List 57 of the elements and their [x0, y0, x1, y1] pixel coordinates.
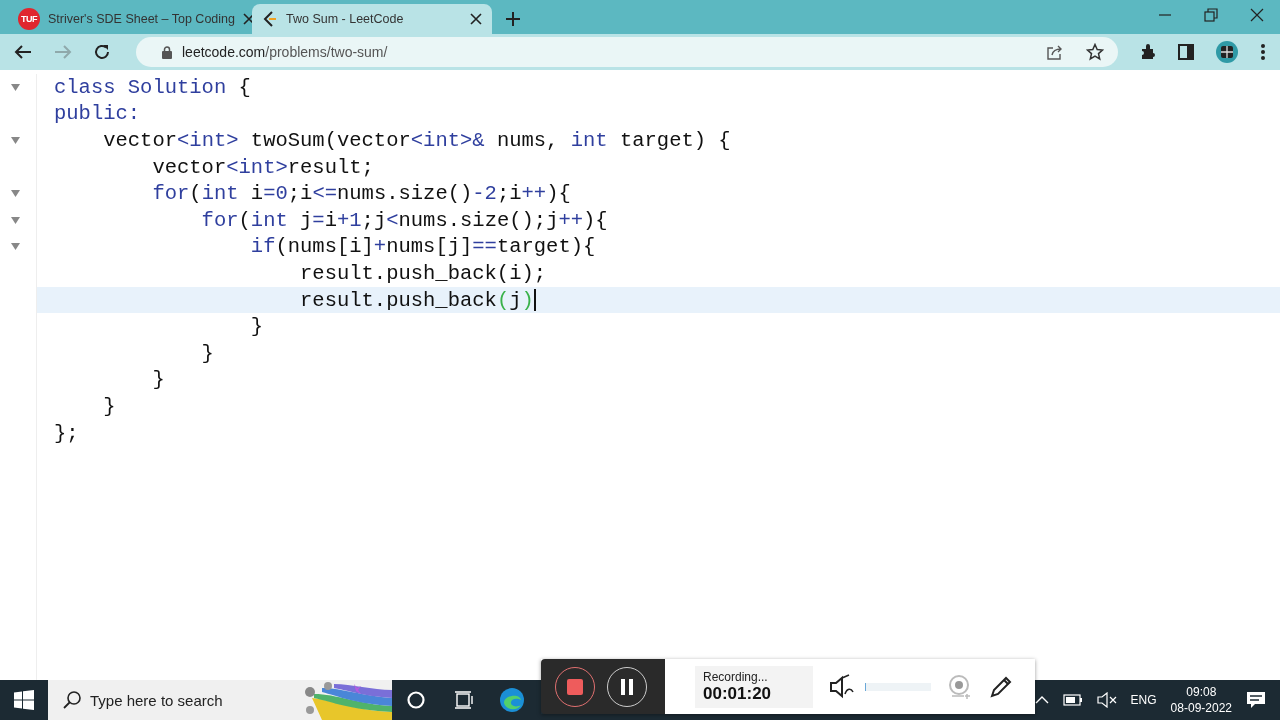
pause-icon: [621, 678, 633, 695]
code-line: result.push_back(j): [299, 288, 534, 312]
volume-slider[interactable]: [865, 682, 931, 691]
code-line: for(int j=i+1;j<nums.size();j++){: [200, 208, 608, 232]
puzzle-icon[interactable]: [1140, 44, 1156, 60]
url-text: leetcode.com/problems/two-sum/: [182, 44, 388, 60]
code-line: vector<int>result;: [151, 155, 374, 179]
fold-arrow-icon[interactable]: [10, 137, 20, 144]
battery-icon[interactable]: [1062, 694, 1083, 706]
text-cursor: [533, 289, 536, 312]
restore-icon[interactable]: [1204, 8, 1218, 22]
code-line: }: [102, 394, 116, 418]
search-icon: [62, 690, 82, 710]
tab-title: Two Sum - LeetCode: [286, 12, 405, 26]
code-line: result.push_back(i);: [299, 261, 547, 285]
reload-icon[interactable]: [94, 44, 110, 60]
close-icon[interactable]: [243, 13, 255, 25]
back-icon[interactable]: [14, 44, 32, 60]
close-icon[interactable]: [470, 13, 482, 25]
elapsed-time: 00:01:20: [703, 683, 773, 704]
speaker-muted-icon[interactable]: [1096, 692, 1117, 708]
code-line: vector<int> twoSum(vector<int>& nums, int target) {: [102, 129, 731, 152]
clock-time[interactable]: 09:08: [1186, 684, 1217, 700]
share-icon[interactable]: [1046, 44, 1064, 60]
profile-avatar-icon[interactable]: [1216, 41, 1238, 63]
code-line: class Solution {: [54, 75, 251, 99]
fold-arrow-icon[interactable]: [10, 243, 20, 251]
site-logo-icon: [262, 10, 278, 28]
more-menu-icon[interactable]: [1260, 43, 1266, 61]
code-line: for(int i=0;i<=nums.size()-2;i++){: [151, 182, 571, 206]
fold-arrow-icon[interactable]: [10, 83, 20, 91]
notification-icon[interactable]: [1246, 690, 1266, 710]
close-icon[interactable]: [1250, 8, 1264, 22]
code-line: }: [200, 341, 214, 365]
site-logo: TUF: [18, 8, 40, 30]
pen-icon[interactable]: [989, 674, 1013, 699]
fold-arrow-icon[interactable]: [10, 190, 20, 198]
language-indicator[interactable]: ENG: [1130, 693, 1157, 707]
stop-icon: [567, 678, 583, 695]
code-line: public:: [54, 102, 141, 126]
code-line: };: [54, 421, 79, 445]
address-bar[interactable]: leetcode.com/problems/two-sum/: [136, 37, 1118, 67]
side-panel-icon[interactable]: [1178, 44, 1194, 60]
new-tab-icon[interactable]: [506, 12, 520, 26]
webcam-icon[interactable]: [947, 673, 973, 700]
recording-status: Recording...: [703, 669, 769, 684]
speaker-icon[interactable]: [829, 673, 855, 700]
code-line: }: [151, 368, 165, 392]
fold-arrow-icon[interactable]: [10, 216, 20, 224]
tab-title: Striver's SDE Sheet – Top Coding: [48, 12, 235, 26]
clock-date[interactable]: 08-09-2022: [1170, 700, 1232, 716]
code-line: if(nums[i]+nums[j]==target){: [249, 235, 596, 259]
lock-icon: [162, 45, 172, 59]
code-line: }: [249, 315, 264, 339]
search-field[interactable]: Type here to search: [90, 691, 284, 709]
star-icon[interactable]: [1086, 43, 1104, 61]
browser-tab[interactable]: Two Sum - LeetCode: [252, 4, 492, 34]
